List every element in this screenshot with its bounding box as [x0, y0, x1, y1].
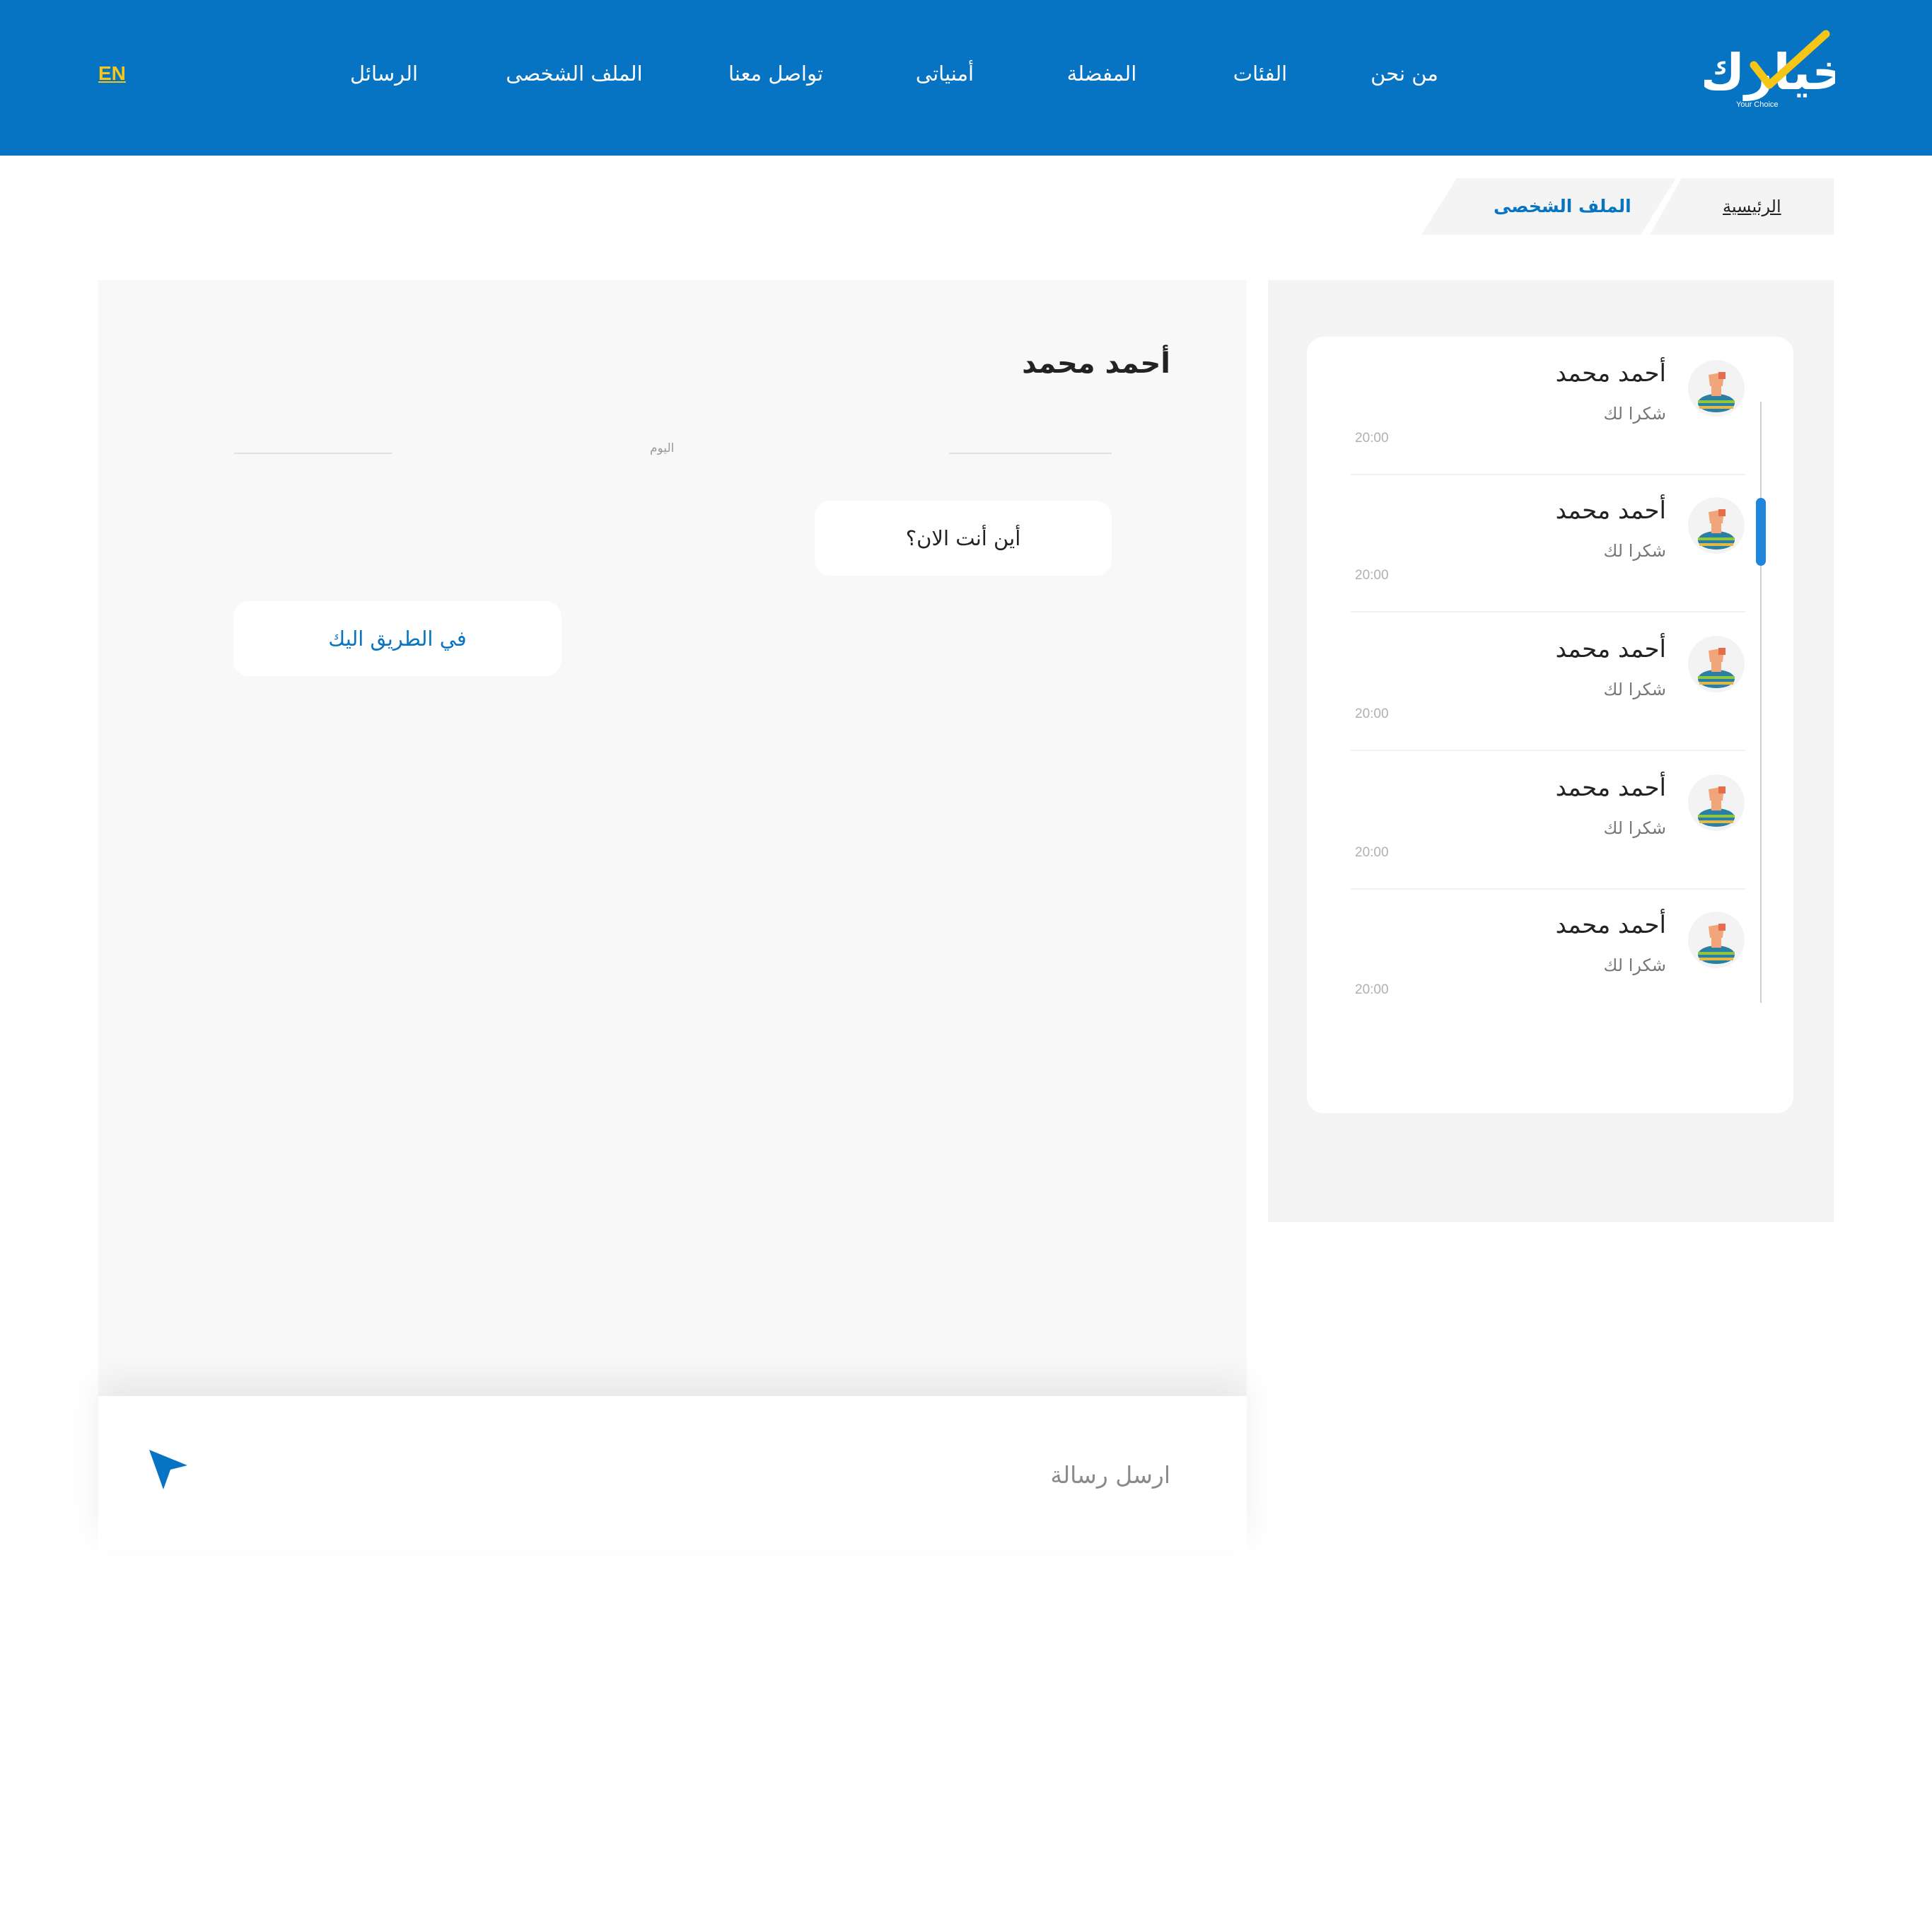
nav-wishes[interactable]: أمنياتى: [916, 59, 974, 88]
nav-contact[interactable]: تواصل معنا: [728, 59, 823, 88]
nav-profile[interactable]: الملف الشخصى: [506, 59, 642, 88]
chat-panel: أحمد محمد اليوم أين أنت الان؟ في الطريق …: [98, 280, 1247, 1397]
logo-tagline: Your Choice: [1736, 100, 1779, 109]
user-avatar-icon: [1688, 912, 1745, 968]
conversation-time: 20:00: [1355, 431, 1389, 446]
conversation-time: 20:00: [1355, 982, 1389, 997]
conversation-item[interactable]: أحمد محمد شكرا لك 20:00: [1351, 474, 1745, 612]
user-avatar-icon: [1688, 774, 1745, 831]
chat-contact-name: أحمد محمد: [1022, 347, 1170, 380]
conversation-last-message: شكرا لك: [1603, 404, 1666, 424]
conversation-name: أحمد محمد: [1555, 911, 1666, 939]
nav-favorites[interactable]: المفضلة: [1067, 59, 1137, 88]
conversations-list: أحمد محمد شكرا لك 20:00 أحمد محمد شكرا ل…: [1307, 337, 1793, 1113]
language-toggle[interactable]: EN: [98, 59, 126, 88]
conversation-item[interactable]: أحمد محمد شكرا لك 20:00: [1351, 751, 1745, 890]
conversation-last-message: شكرا لك: [1603, 541, 1666, 561]
message-text: في الطريق اليك: [328, 627, 467, 651]
conversation-time: 20:00: [1355, 845, 1389, 860]
message-input[interactable]: [275, 1446, 1172, 1504]
user-avatar-icon: [1688, 636, 1745, 692]
day-divider-line: [949, 453, 1112, 454]
top-navbar: خيارك Your Choice من نحن الفئات المفضلة …: [0, 0, 1932, 156]
message-text: أين أنت الان؟: [905, 526, 1021, 550]
conversation-item[interactable]: أحمد محمد شكرا لك 20:00: [1351, 612, 1745, 751]
user-avatar-icon: [1688, 497, 1745, 554]
conversation-item[interactable]: أحمد محمد شكرا لك 20:00: [1351, 888, 1745, 1025]
nav-categories[interactable]: الفئات: [1233, 59, 1287, 88]
conversation-name: أحمد محمد: [1555, 359, 1666, 388]
scrollbar-track[interactable]: [1760, 402, 1762, 1003]
conversation-time: 20:00: [1355, 568, 1389, 583]
conversation-time: 20:00: [1355, 707, 1389, 721]
breadcrumb-home-link[interactable]: الرئيسية: [1723, 193, 1781, 220]
conversation-name: أحمد محمد: [1555, 774, 1666, 802]
logo-wordmark: خيارك: [1704, 43, 1835, 101]
send-arrow-icon[interactable]: [148, 1448, 190, 1492]
conversation-name: أحمد محمد: [1555, 496, 1666, 525]
conversation-name: أحمد محمد: [1555, 635, 1666, 663]
breadcrumb-current: الملف الشخصى: [1494, 196, 1631, 216]
nav-about[interactable]: من نحن: [1371, 59, 1438, 88]
conversations-sidebar: أحمد محمد شكرا لك 20:00 أحمد محمد شكرا ل…: [1268, 280, 1834, 1222]
scrollbar-thumb[interactable]: [1756, 498, 1766, 566]
user-avatar-icon: [1688, 360, 1745, 417]
day-divider-line: [234, 453, 392, 454]
message-bubble-outgoing: في الطريق اليك: [233, 601, 561, 676]
message-composer: [98, 1396, 1247, 1552]
conversation-last-message: شكرا لك: [1603, 818, 1666, 838]
conversation-last-message: شكرا لك: [1603, 680, 1666, 699]
nav-messages[interactable]: الرسائل: [350, 59, 418, 88]
conversation-last-message: شكرا لك: [1603, 955, 1666, 975]
conversation-item[interactable]: أحمد محمد شكرا لك 20:00: [1351, 337, 1745, 475]
day-label: اليوم: [650, 441, 675, 455]
message-bubble-incoming: أين أنت الان؟: [815, 501, 1112, 576]
